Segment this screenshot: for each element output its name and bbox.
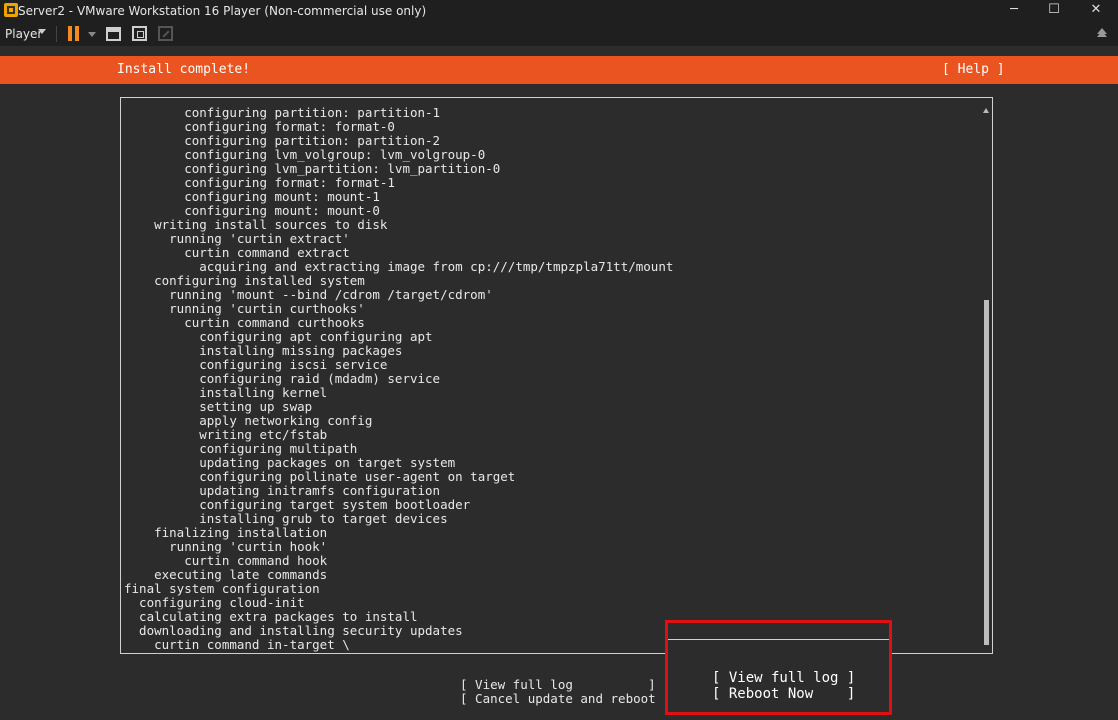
log-line: curtin command extract [124,245,350,260]
expand-toolbar-icon[interactable] [1097,28,1107,37]
page-title: Install complete! [117,62,251,77]
log-line: curtin command hook [124,553,328,568]
player-toolbar: Player [0,22,1118,46]
player-menu-button[interactable]: Player [5,27,42,41]
window-titlebar: Server2 - VMware Workstation 16 Player (… [0,0,1118,22]
close-button[interactable]: ✕ [1078,0,1114,22]
vmware-app-icon [4,3,18,17]
log-line: apply networking config [124,413,373,428]
log-line: configuring raid (mdadm) service [124,371,441,386]
log-line: downloading and installing security upda… [124,623,463,638]
log-line: configuring format: format-1 [124,175,395,190]
cancel-update-reboot-button[interactable]: [ Cancel update and reboot ] [460,692,671,706]
log-scrollbar[interactable] [981,100,991,650]
log-line: configuring mount: mount-1 [124,189,380,204]
reboot-now-button[interactable]: [ Reboot Now ] [712,686,855,702]
log-line: configuring lvm_partition: lvm_partition… [124,161,501,176]
log-line: running 'curtin hook' [124,539,328,554]
scroll-up-icon[interactable] [983,108,989,113]
fullscreen-icon[interactable] [132,26,147,41]
log-line: configuring target system bootloader [124,497,471,512]
log-line: executing late commands [124,567,328,582]
log-line: installing missing packages [124,343,403,358]
help-button[interactable]: [ Help ] [942,62,1005,77]
reboot-popup: [ View full log ] [ Reboot Now ] [665,620,892,715]
log-line: configuring partition: partition-2 [124,133,441,148]
log-line: acquiring and extracting image from cp:/… [124,259,674,274]
popup-divider [668,639,889,640]
log-line: calculating extra packages to install [124,609,418,624]
scrollbar-thumb[interactable] [984,300,989,645]
install-log-panel: configuring partition: partition-1 confi… [120,97,993,654]
window-title: Server2 - VMware Workstation 16 Player (… [18,4,427,18]
log-line: updating initramfs configuration [124,483,441,498]
log-line: configuring apt configuring apt [124,329,433,344]
view-full-log-button[interactable]: [ View full log ] [460,678,671,692]
log-line: running 'curtin curthooks' [124,301,365,316]
log-line: updating packages on target system [124,455,456,470]
popup-view-full-log-button[interactable]: [ View full log ] [712,670,855,686]
log-line: running 'curtin extract' [124,231,350,246]
pause-icon[interactable] [67,26,81,41]
action-buttons: [ View full log ] [ Cancel update and re… [460,678,671,706]
log-line: configuring iscsi service [124,357,388,372]
log-line: running 'mount --bind /cdrom /target/cdr… [124,287,493,302]
installer-header: Install complete! [ Help ] [0,56,1118,84]
log-line: configuring installed system [124,273,365,288]
log-line: curtin command curthooks [124,315,365,330]
log-line: configuring pollinate user-agent on targ… [124,469,516,484]
log-line: configuring cloud-init [124,595,305,610]
minimize-button[interactable]: ─ [996,0,1032,22]
log-line: configuring lvm_volgroup: lvm_volgroup-0 [124,147,486,162]
log-line: finalizing installation [124,525,328,540]
send-ctrl-alt-del-icon[interactable] [106,27,121,41]
log-line: configuring partition: partition-1 [124,105,441,120]
log-line: writing etc/fstab [124,427,328,442]
log-line: installing grub to target devices [124,511,448,526]
log-line: curtin command in-target \ [124,637,350,652]
log-line: configuring multipath [124,441,358,456]
log-line: installing kernel [124,385,328,400]
log-line: configuring format: format-0 [124,119,395,134]
maximize-button[interactable]: ☐ [1036,0,1072,22]
log-line: configuring mount: mount-0 [124,203,380,218]
install-log: configuring partition: partition-1 confi… [124,106,673,652]
log-line: setting up swap [124,399,313,414]
vm-console[interactable]: Install complete! [ Help ] configuring p… [0,46,1118,720]
log-line: writing install sources to disk [124,217,388,232]
toolbar-divider [56,26,57,42]
power-options-chevron-icon[interactable] [88,32,96,37]
log-line: final system configuration [124,581,320,596]
chevron-down-icon[interactable] [38,29,46,34]
unity-mode-icon [158,26,173,41]
